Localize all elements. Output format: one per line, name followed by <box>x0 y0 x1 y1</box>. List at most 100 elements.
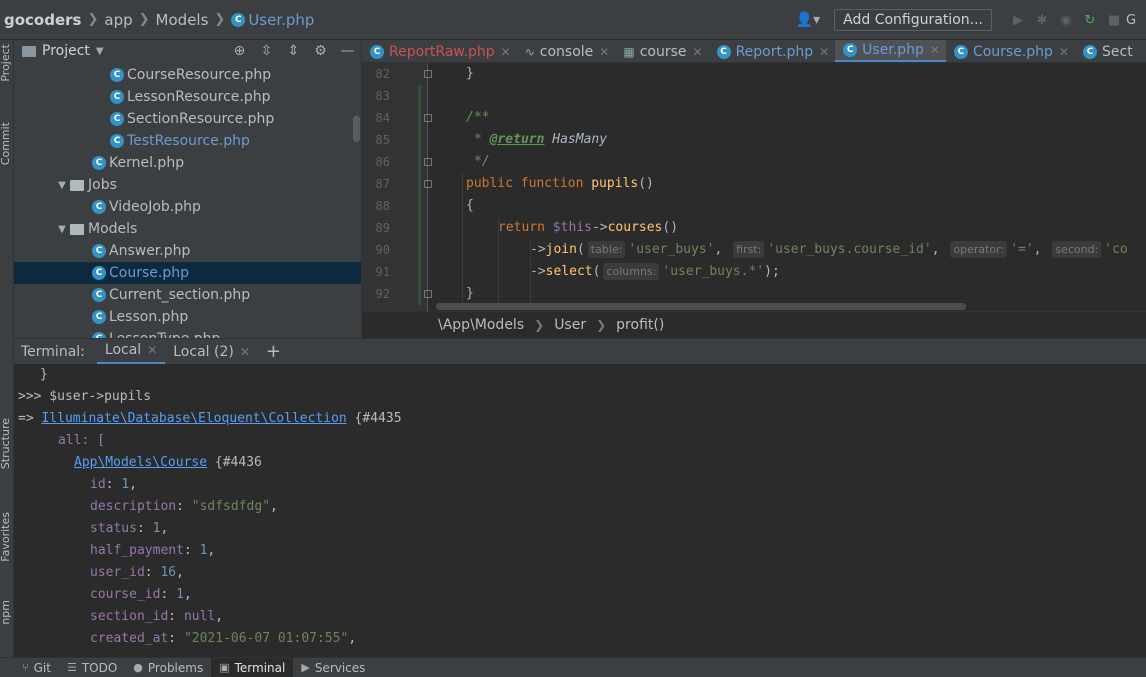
fold-marker-icon[interactable] <box>424 290 432 298</box>
chevron-right-icon: ❯ <box>138 12 150 27</box>
crumb-method[interactable]: profit() <box>616 317 664 333</box>
class-icon: C <box>92 244 106 258</box>
line-number: 91 <box>375 265 390 279</box>
minimize-icon[interactable]: — <box>334 43 361 59</box>
tree-item-label: LessonType.php <box>109 331 220 338</box>
code-breadcrumb: \App\Models ❯ User ❯ profit() <box>362 311 1146 338</box>
close-icon[interactable]: ✕ <box>240 345 250 359</box>
profile-icon[interactable]: ↻ <box>1078 13 1102 28</box>
editor-horizontal-scrollbar[interactable] <box>436 303 966 310</box>
run-icon[interactable]: ▶ <box>1006 13 1030 28</box>
code-editor[interactable]: 82 83 84 85 86 87 88 89 90 91 92 } /** * @return H… <box>362 63 1146 311</box>
tree-item[interactable]: C CourseResource.php <box>14 64 361 86</box>
tree-item[interactable]: C LessonResource.php <box>14 86 361 108</box>
crumb-namespace[interactable]: \App\Models <box>438 317 524 333</box>
tree-item[interactable]: CLessonType.php <box>14 328 361 338</box>
chevron-down-icon[interactable]: ▼ <box>96 46 104 57</box>
tree-item[interactable]: C SectionResource.php <box>14 108 361 130</box>
close-icon[interactable]: ✕ <box>930 43 940 57</box>
editor-tab[interactable]: C User.php ✕ <box>835 40 946 62</box>
close-icon[interactable]: ✕ <box>599 45 609 59</box>
code-line-89: return $this->courses() <box>498 220 679 235</box>
locate-icon[interactable]: ⊕ <box>226 43 253 59</box>
tree-item[interactable]: C Course.php <box>14 262 361 284</box>
editor-tab[interactable]: C ReportRaw.php ✕ <box>362 40 517 62</box>
fold-marker-icon[interactable] <box>424 158 432 166</box>
tool-window-todo[interactable]: ☰ TODO <box>59 658 125 677</box>
tree-item[interactable]: C VideoJob.php <box>14 196 361 218</box>
tree-item[interactable]: ▼ Jobs <box>14 174 361 196</box>
debug-icon[interactable]: ✱ <box>1030 13 1054 28</box>
class-icon: C <box>110 134 124 148</box>
user-icon[interactable]: 👤▾ <box>796 12 820 28</box>
add-terminal-icon[interactable]: + <box>266 341 281 362</box>
class-icon: C <box>110 112 124 126</box>
stripe-commit[interactable]: Commit <box>0 122 12 165</box>
add-configuration-button[interactable]: Add Configuration... <box>834 9 992 31</box>
code-line-92: } <box>466 286 474 301</box>
terminal-tab-local-2[interactable]: Local (2) ✕ <box>165 339 258 365</box>
tool-window-git[interactable]: ⑂ Git <box>0 658 59 677</box>
editor-tab[interactable]: C Report.php ✕ <box>709 40 836 62</box>
editor-tab-label: Course.php <box>972 43 1053 60</box>
tree-item[interactable]: C Current_section.php <box>14 284 361 306</box>
terminal-icon: ▣ <box>219 661 230 674</box>
tree-item[interactable]: ▼ Models <box>14 218 361 240</box>
course-link[interactable]: App\Models\Course <box>74 455 207 470</box>
expand-all-icon[interactable]: ⇳ <box>253 43 280 59</box>
chevron-right-icon: ❯ <box>87 12 99 27</box>
tree-item-label: LessonResource.php <box>127 89 271 105</box>
tool-window-problems[interactable]: ● Problems <box>125 658 211 677</box>
code-line-86: */ <box>474 154 490 169</box>
stripe-structure[interactable]: Structure <box>0 418 12 469</box>
tree-item[interactable]: C Answer.php <box>14 240 361 262</box>
terminal-tab-local[interactable]: Local ✕ <box>96 339 166 365</box>
code-line-91: ->select(columns:'user_buys.*'); <box>530 263 780 280</box>
collapse-all-icon[interactable]: ⇕ <box>280 43 307 59</box>
problems-icon: ● <box>133 661 143 674</box>
terminal-line: all: [ <box>58 433 105 448</box>
close-icon[interactable]: ✕ <box>819 45 829 59</box>
editor-tab[interactable]: ∿ console ✕ <box>517 40 616 62</box>
terminal-output[interactable]: } >>> $user->pupils => Illuminate\Databa… <box>14 364 1146 657</box>
close-icon[interactable]: ✕ <box>147 343 157 357</box>
editor-tab-label: Report.php <box>735 43 814 60</box>
breadcrumb-file[interactable]: User.php <box>248 11 314 29</box>
breadcrumb-models[interactable]: Models <box>156 11 209 29</box>
breadcrumb-project[interactable]: gocoders <box>4 11 81 29</box>
crumb-class[interactable]: User <box>554 317 586 333</box>
editor-tab[interactable]: C Course.php ✕ <box>946 40 1075 62</box>
close-icon[interactable]: ✕ <box>693 45 703 59</box>
stripe-project[interactable]: Project <box>0 44 12 82</box>
coverage-icon[interactable]: ◉ <box>1054 13 1078 28</box>
editor-tab[interactable]: C Sect <box>1075 40 1139 62</box>
breadcrumb-app[interactable]: app <box>104 11 132 29</box>
fold-marker-icon[interactable] <box>424 114 432 122</box>
folder-icon <box>70 179 84 191</box>
close-icon[interactable]: ✕ <box>501 45 511 59</box>
stop-icon[interactable]: ■ <box>1102 13 1126 28</box>
chevron-down-icon[interactable]: ▼ <box>54 224 70 235</box>
stripe-favorites[interactable]: Favorites <box>0 512 12 562</box>
collection-link[interactable]: Illuminate\Database\Eloquent\Collection <box>41 411 346 426</box>
tool-window-services[interactable]: ▶ Services <box>293 658 373 677</box>
fold-marker-icon[interactable] <box>424 70 432 78</box>
project-scrollbar[interactable] <box>353 116 360 142</box>
stripe-npm[interactable]: npm <box>0 600 12 625</box>
tree-item[interactable]: C Kernel.php <box>14 152 361 174</box>
fold-marker-icon[interactable] <box>424 180 432 188</box>
tree-item-label: Answer.php <box>109 243 191 259</box>
tree-item[interactable]: C TestResource.php <box>14 130 361 152</box>
tool-window-terminal[interactable]: ▣ Terminal <box>211 658 294 677</box>
tree-item-label: Models <box>88 221 138 237</box>
editor-tab[interactable]: ▦ course ✕ <box>615 40 708 62</box>
table-icon: ▦ <box>623 44 635 59</box>
close-icon[interactable]: ✕ <box>1059 45 1069 59</box>
class-icon: C <box>92 200 106 214</box>
tree-item[interactable]: C Lesson.php <box>14 306 361 328</box>
vcs-icon[interactable]: G <box>1126 13 1146 28</box>
gear-icon[interactable]: ⚙ <box>307 43 334 59</box>
project-title[interactable]: Project <box>42 43 90 59</box>
class-icon: C <box>953 44 968 59</box>
chevron-down-icon[interactable]: ▼ <box>54 180 70 191</box>
